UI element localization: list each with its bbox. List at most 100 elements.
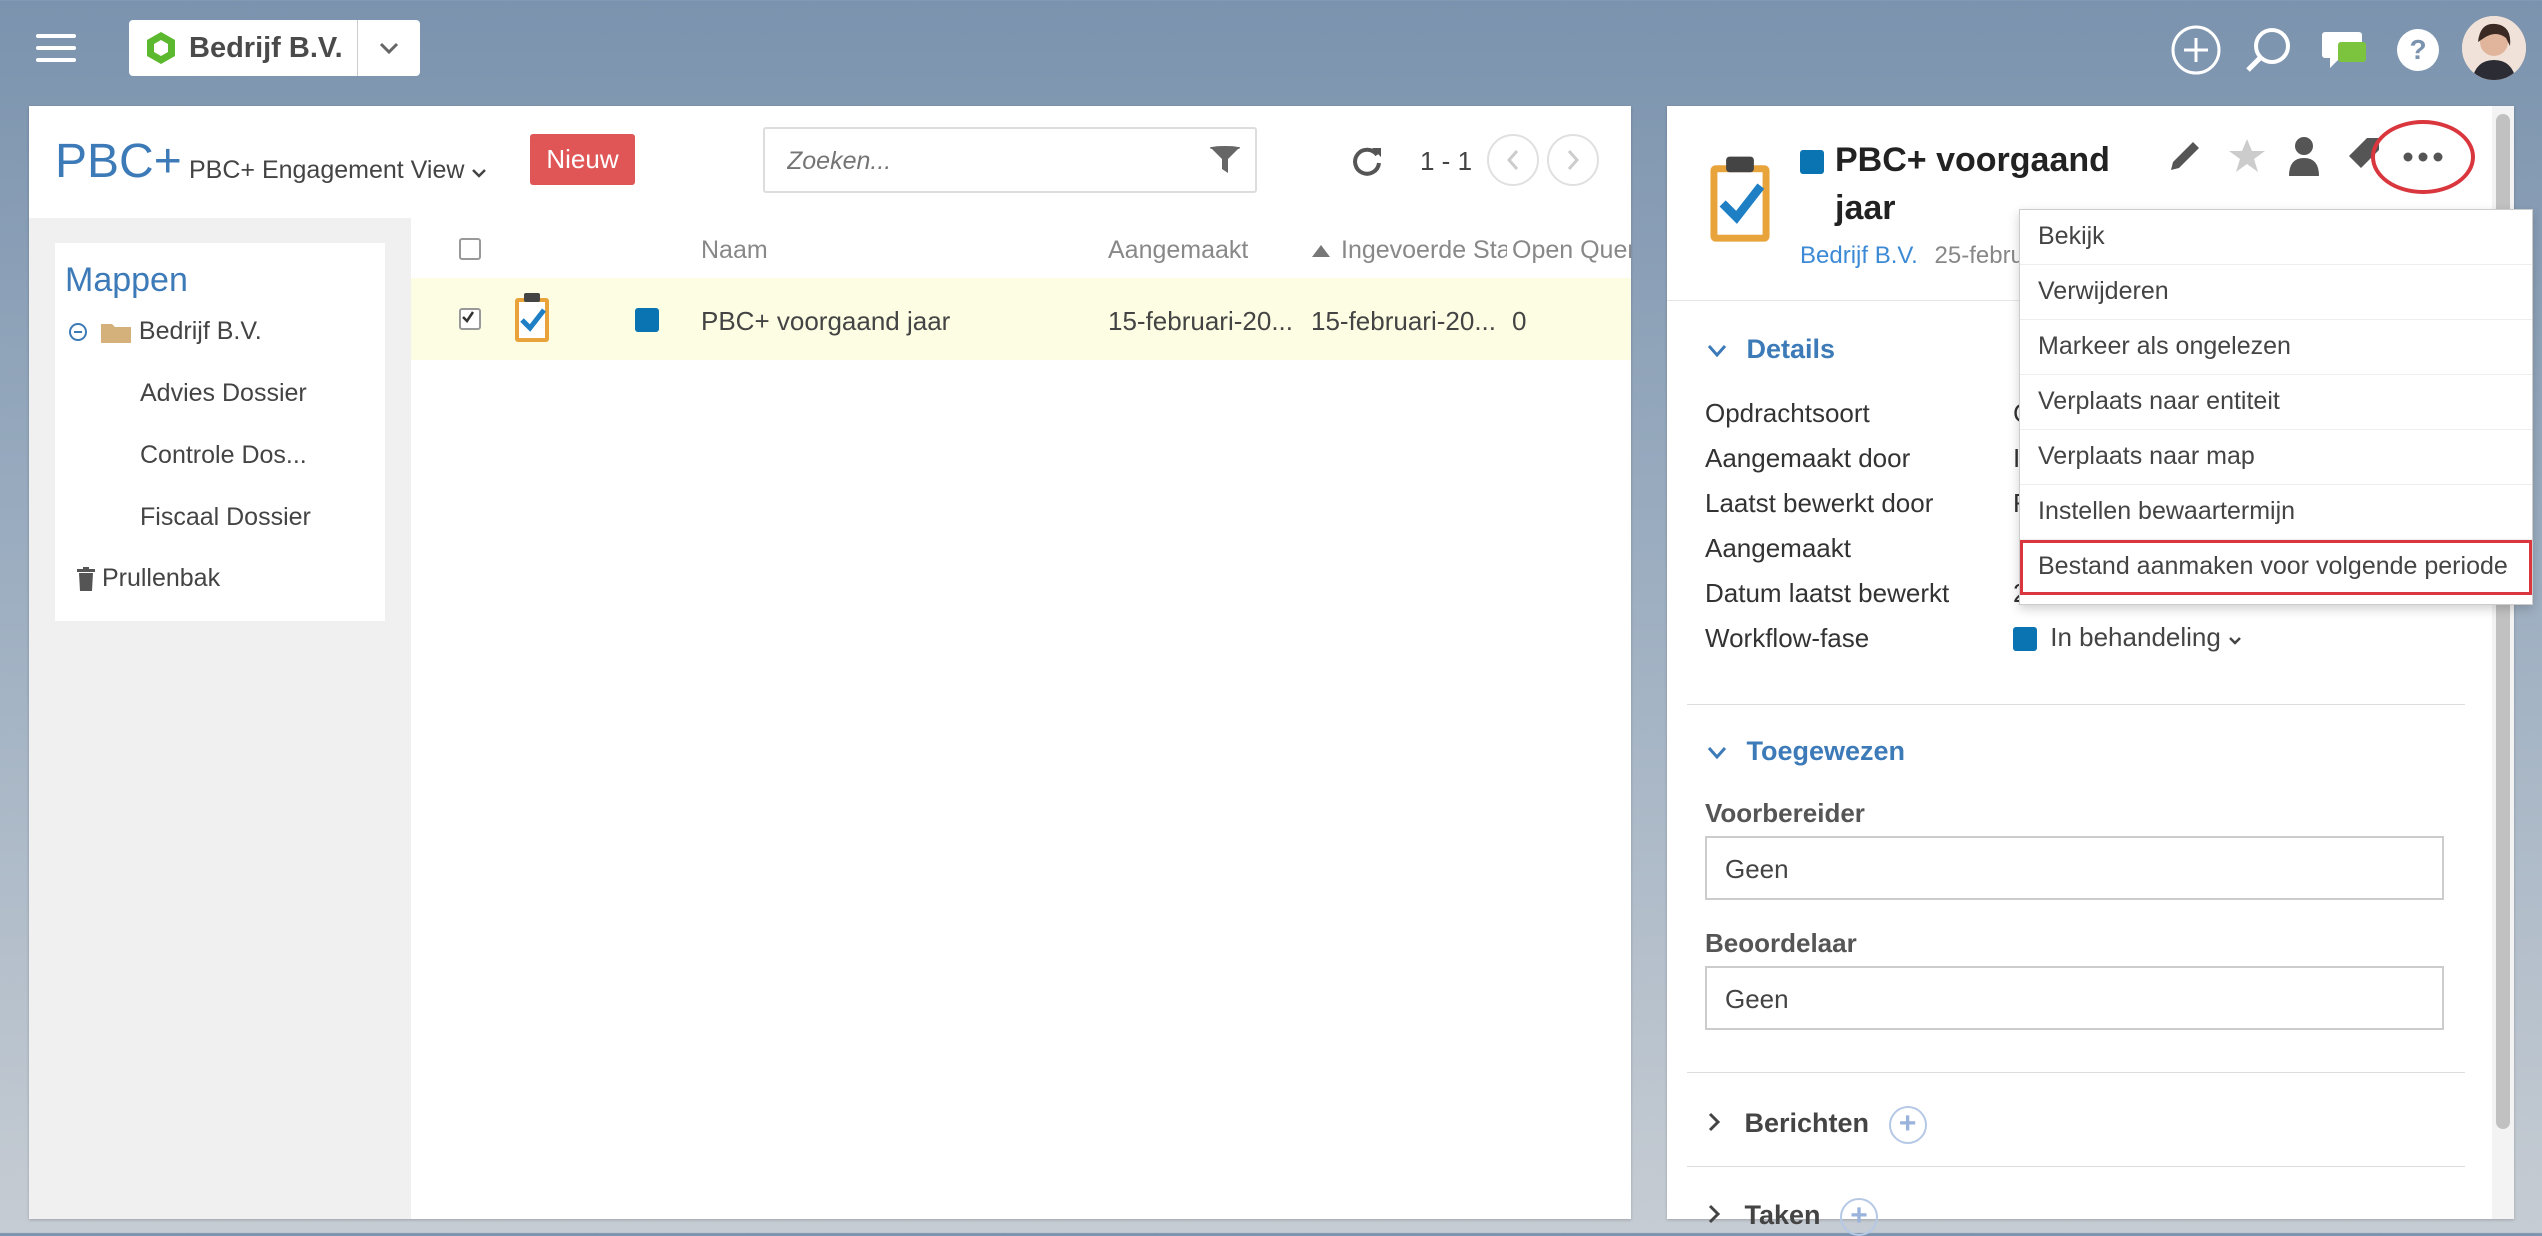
chat-icon[interactable] [2316, 22, 2372, 78]
folder-item[interactable]: Fiscaal Dossier [140, 503, 311, 532]
menu-item-retention[interactable]: Instellen bewaartermijn [2020, 485, 2532, 540]
select-all-checkbox[interactable] [459, 238, 481, 260]
row-entered: 15-februari-20... [1311, 306, 1496, 336]
clipboard-check-icon [515, 293, 549, 342]
status-color-icon [635, 308, 659, 332]
new-button[interactable]: Nieuw [530, 134, 635, 185]
view-selector[interactable]: PBC+ Engagement View [189, 156, 487, 185]
check-icon [462, 311, 475, 323]
row-created: 15-februari-20... [1108, 306, 1293, 336]
chevron-down-icon [1707, 747, 1727, 760]
collapse-icon[interactable] [69, 323, 87, 342]
chevron-left-icon [1506, 150, 1519, 170]
folder-item[interactable]: Advies Dossier [140, 379, 307, 408]
detail-label: Aangemaakt door [1705, 443, 1911, 473]
folder-root[interactable]: Bedrijf B.V. [69, 317, 262, 346]
col-name[interactable]: Naam [701, 236, 768, 265]
help-icon[interactable]: ? [2390, 22, 2446, 78]
search-box [763, 127, 1257, 193]
company-link[interactable]: Bedrijf B.V. [1800, 242, 1918, 269]
menu-item-view[interactable]: Bekijk [2020, 210, 2532, 265]
svg-text:?: ? [2409, 34, 2426, 65]
preparer-field[interactable]: Geen [1705, 836, 2444, 900]
status-color-icon [1800, 150, 1824, 174]
col-open-queries[interactable]: Open Queries [1512, 236, 1631, 265]
document-grid: Naam Aangemaakt Ingevoerde Sta Open Quer… [411, 218, 1631, 1219]
chevron-down-icon [472, 169, 487, 178]
add-task-icon[interactable]: + [1840, 1198, 1879, 1236]
chevron-down-icon[interactable] [357, 20, 420, 76]
details-section-toggle[interactable]: Details [1707, 334, 1835, 365]
menu-item-mark-unread[interactable]: Markeer als ongelezen [2020, 320, 2532, 375]
preparer-label: Voorbereider [1705, 798, 1865, 828]
detail-label: Datum laatst bewerkt [1705, 578, 1950, 608]
col-entered[interactable]: Ingevoerde Sta [1341, 236, 1507, 265]
prev-page-button[interactable] [1487, 134, 1539, 186]
clipboard-check-icon [1710, 156, 1770, 242]
messages-section-toggle[interactable]: Berichten + [1707, 1106, 1927, 1144]
workflow-selector[interactable]: In behandeling [2013, 622, 2242, 653]
chevron-right-icon [1567, 150, 1580, 170]
menu-item-move-entity[interactable]: Verplaats naar entiteit [2020, 375, 2532, 430]
more-options-menu: Bekijk Verwijderen Markeer als ongelezen… [2019, 209, 2533, 605]
view-name: PBC+ Engagement View [189, 156, 465, 184]
detail-label: Opdrachtsoort [1705, 398, 1870, 428]
plus-circle-icon[interactable] [2168, 22, 2224, 78]
app-logo: PBC+ [55, 135, 182, 188]
search-input[interactable] [785, 143, 1189, 179]
add-message-icon[interactable]: + [1888, 1106, 1927, 1144]
sort-asc-icon [1312, 245, 1330, 257]
next-page-button[interactable] [1547, 134, 1599, 186]
folders-title: Mappen [65, 261, 188, 299]
star-icon[interactable] [2227, 136, 2267, 176]
detail-subtitle: Bedrijf B.V. 25-februari [1800, 242, 2051, 270]
detail-label: Laatst bewerkt door [1705, 488, 1934, 518]
row-open-queries: 0 [1512, 306, 1527, 336]
messages-header: Berichten [1744, 1108, 1870, 1139]
details-header: Details [1746, 334, 1836, 364]
detail-label: Aangemaakt [1705, 533, 1851, 563]
trash-icon [77, 567, 95, 592]
company-name: Bedrijf B.V. [189, 31, 343, 64]
company-selector[interactable]: Bedrijf B.V. [129, 20, 420, 76]
trash-folder[interactable]: Prullenbak [77, 564, 220, 593]
menu-item-move-folder[interactable]: Verplaats naar map [2020, 430, 2532, 485]
trash-label: Prullenbak [101, 564, 221, 592]
pager-text: 1 - 1 [1420, 146, 1473, 176]
workflow-value: In behandeling [2050, 622, 2221, 652]
chevron-right-icon [1708, 1205, 1721, 1224]
search-icon[interactable] [2240, 22, 2296, 78]
folder-root-label: Bedrijf B.V. [138, 317, 262, 345]
edit-icon[interactable] [2165, 136, 2205, 176]
row-name: PBC+ voorgaand jaar [701, 306, 951, 336]
folder-icon [100, 324, 131, 344]
menu-icon[interactable] [36, 34, 76, 62]
company-logo-icon [147, 32, 175, 64]
ellipsis-icon [2403, 152, 2443, 162]
more-options-button[interactable] [2371, 120, 2475, 194]
tasks-section-toggle[interactable]: Taken + [1707, 1198, 1879, 1236]
detail-label: Workflow-fase [1705, 623, 1870, 653]
reviewer-label: Beoordelaar [1705, 928, 1857, 958]
reviewer-field[interactable]: Geen [1705, 966, 2444, 1030]
user-icon[interactable] [2287, 136, 2321, 176]
grid-header: Naam Aangemaakt Ingevoerde Sta Open Quer… [411, 218, 1631, 279]
filter-icon[interactable] [1209, 145, 1241, 175]
refresh-icon[interactable] [1350, 144, 1384, 178]
row-checkbox[interactable] [459, 308, 481, 330]
list-panel: PBC+ PBC+ Engagement View Nieuw 1 - 1 Ma… [29, 106, 1631, 1219]
tasks-header: Taken [1744, 1200, 1821, 1231]
chevron-right-icon [1708, 1113, 1721, 1132]
folders-tree: Mappen Bedrijf B.V. Advies Dossier Contr… [55, 243, 385, 621]
assigned-section-toggle[interactable]: Toegewezen [1707, 736, 1905, 767]
status-color-icon [2013, 627, 2037, 652]
table-row[interactable]: PBC+ voorgaand jaar 15-februari-20... 15… [411, 278, 1631, 360]
assigned-header: Toegewezen [1746, 736, 1906, 766]
chevron-down-icon [1707, 345, 1727, 358]
menu-item-create-next-period[interactable]: Bestand aanmaken voor volgende periode [2020, 540, 2532, 595]
chevron-down-icon [2229, 637, 2241, 645]
folder-item[interactable]: Controle Dos... [140, 441, 307, 470]
avatar[interactable] [2462, 16, 2526, 80]
col-created[interactable]: Aangemaakt [1108, 236, 1248, 265]
menu-item-delete[interactable]: Verwijderen [2020, 265, 2532, 320]
